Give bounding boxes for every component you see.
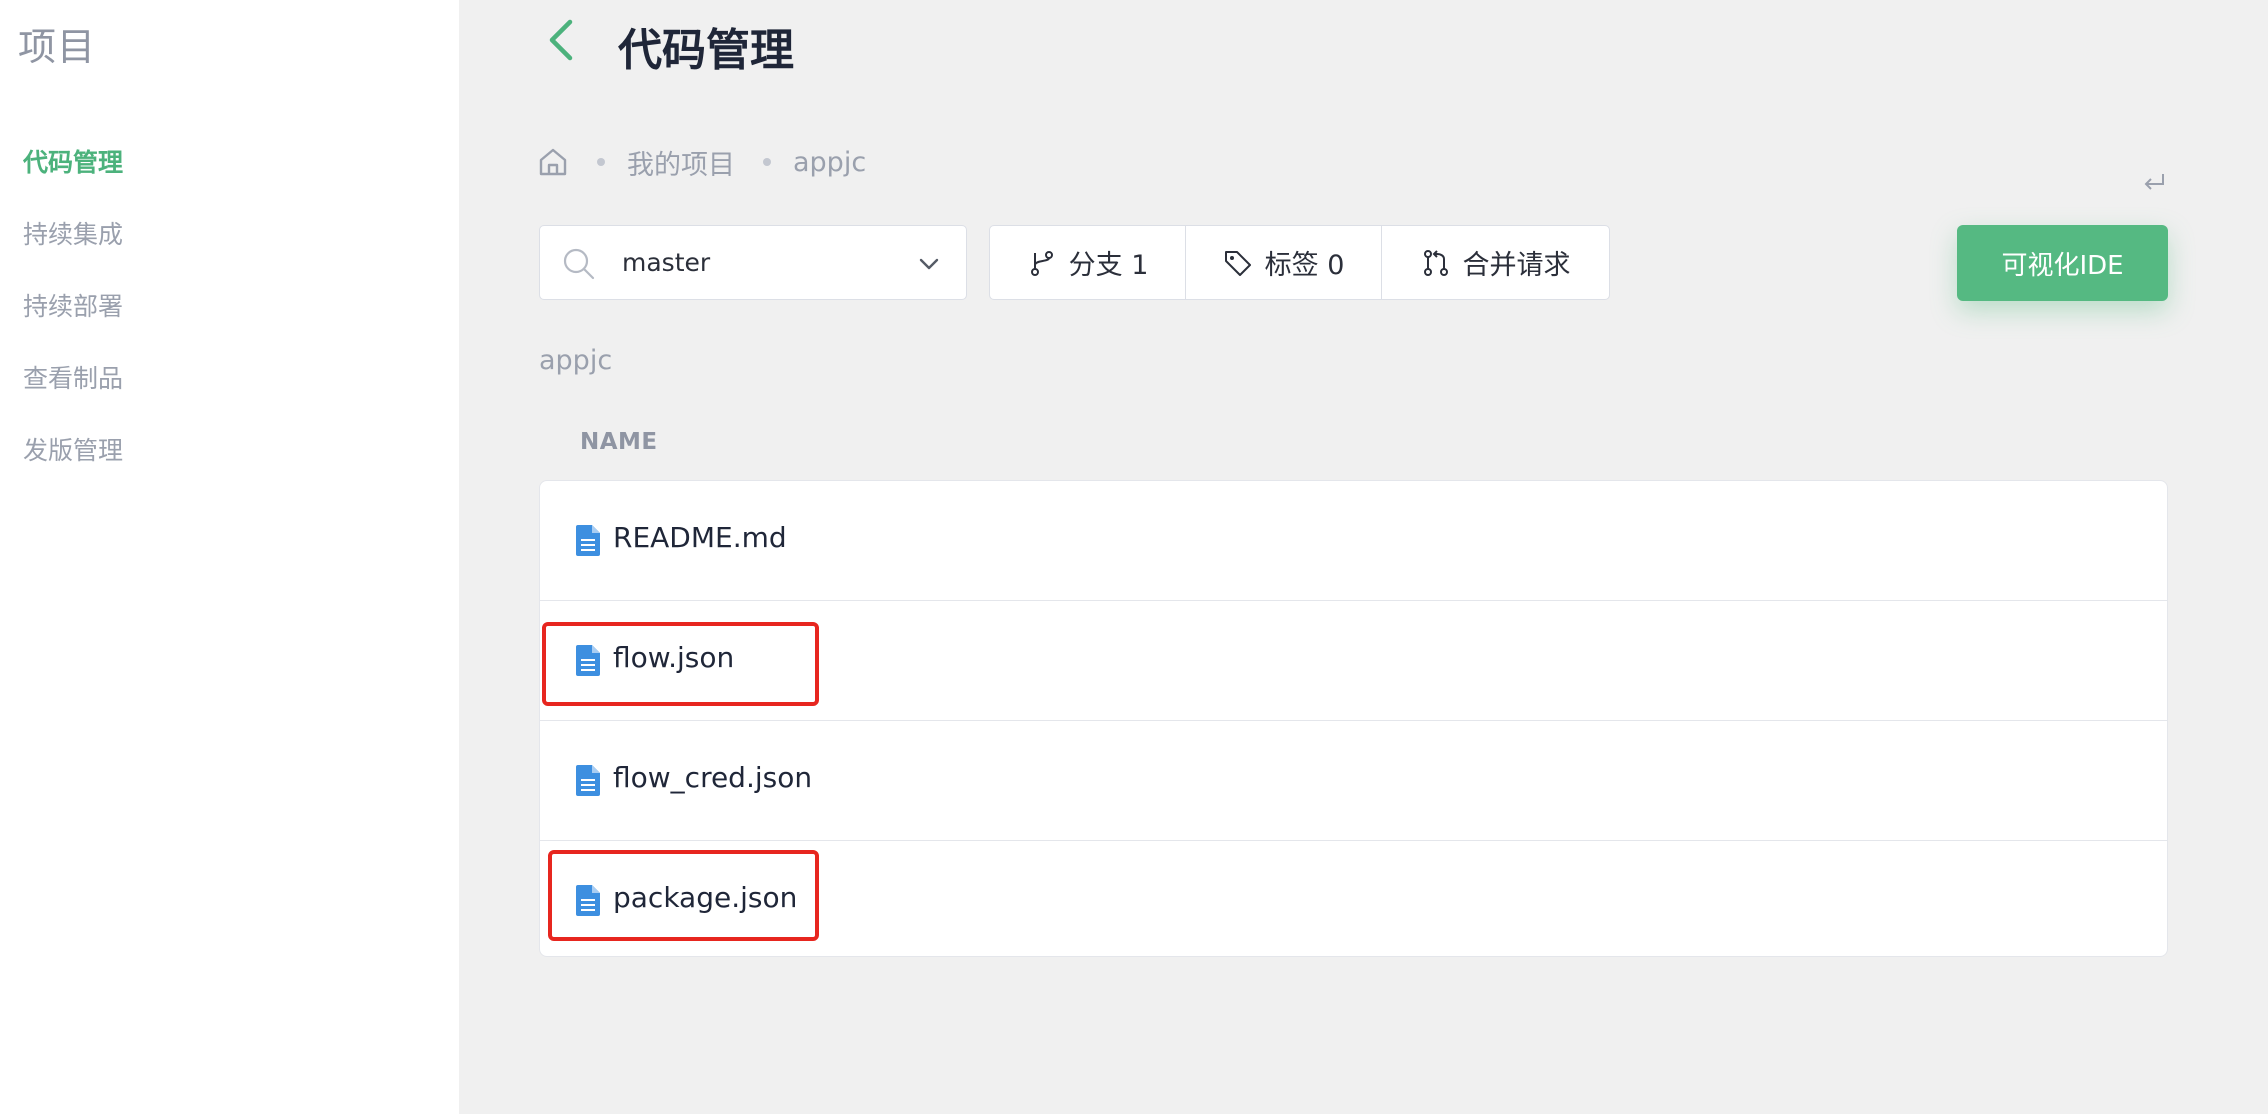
sidebar-item-view-artifacts[interactable]: 查看制品 [23,359,123,395]
page-title: 代码管理 [618,25,794,76]
breadcrumb-separator [597,158,605,166]
branch-selector[interactable]: master [539,225,967,300]
sidebar-item-continuous-deployment[interactable]: 持续部署 [23,287,123,323]
file-row[interactable]: flow_cred.json [540,721,2167,841]
breadcrumb-my-projects[interactable]: 我的项目 [627,143,735,182]
sidebar-item-release-management[interactable]: 发版管理 [23,431,123,467]
file-name[interactable]: README.md [613,521,787,554]
file-icon [576,645,600,676]
merge-requests-button[interactable]: 合并请求 [1382,226,1609,299]
file-row[interactable]: package.json [540,841,2167,956]
file-row[interactable]: README.md [540,481,2167,601]
branch-selector-value: master [622,248,711,277]
branch-icon [1030,250,1053,276]
file-name[interactable]: package.json [613,881,797,914]
sidebar-title: 项目 [18,25,97,69]
chevron-down-icon [919,258,939,270]
tags-button[interactable]: 标签 0 [1186,226,1382,299]
repo-stats-group: 分支 1 标签 0 合并请求 [989,225,1610,300]
branches-button[interactable]: 分支 1 [990,226,1186,299]
file-row[interactable]: flow.json [540,601,2167,721]
file-icon [576,765,600,796]
column-header-name[interactable]: NAME [580,429,658,455]
merge-request-icon [1423,249,1448,276]
file-table: README.md flow.json flow_cred.json packa… [539,480,2168,957]
breadcrumb-separator [763,158,771,166]
tags-label: 标签 0 [1264,250,1345,281]
return-icon[interactable] [2141,170,2167,196]
sidebar: 项目 代码管理 持续集成 持续部署 查看制品 发版管理 [0,0,459,1114]
tag-icon [1224,250,1251,276]
file-icon [576,525,600,556]
merge-requests-label: 合并请求 [1462,250,1571,281]
search-icon [563,248,595,280]
current-folder: appjc [539,345,613,376]
back-arrow-icon[interactable] [546,18,576,62]
file-name[interactable]: flow.json [613,641,734,674]
sidebar-item-code-management[interactable]: 代码管理 [23,143,123,179]
breadcrumb-project[interactable]: appjc [793,147,866,178]
branches-label: 分支 1 [1068,250,1149,281]
sidebar-item-continuous-integration[interactable]: 持续集成 [23,215,123,251]
breadcrumb: 我的项目 appjc [537,140,866,184]
home-icon[interactable] [537,146,569,178]
visual-ide-button[interactable]: 可视化IDE [1957,225,2168,301]
file-name[interactable]: flow_cred.json [613,761,812,794]
file-icon [576,885,600,916]
